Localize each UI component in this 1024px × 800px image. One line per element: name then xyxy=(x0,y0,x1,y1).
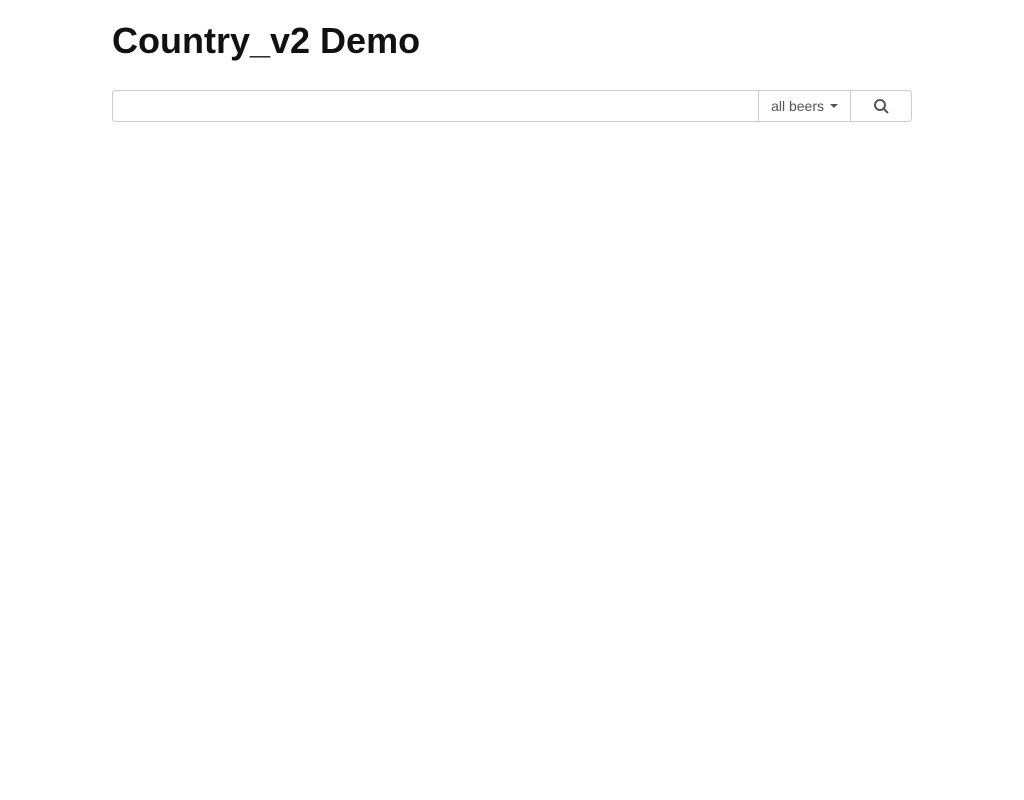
filter-dropdown-label: all beers xyxy=(771,98,824,114)
search-icon xyxy=(873,98,889,114)
search-button[interactable] xyxy=(850,90,912,122)
caret-down-icon xyxy=(830,104,838,108)
search-input[interactable] xyxy=(112,90,758,122)
main-container: Country_v2 Demo all beers xyxy=(0,0,1024,142)
filter-dropdown[interactable]: all beers xyxy=(758,90,850,122)
page-title: Country_v2 Demo xyxy=(112,20,912,62)
search-bar: all beers xyxy=(112,90,912,122)
